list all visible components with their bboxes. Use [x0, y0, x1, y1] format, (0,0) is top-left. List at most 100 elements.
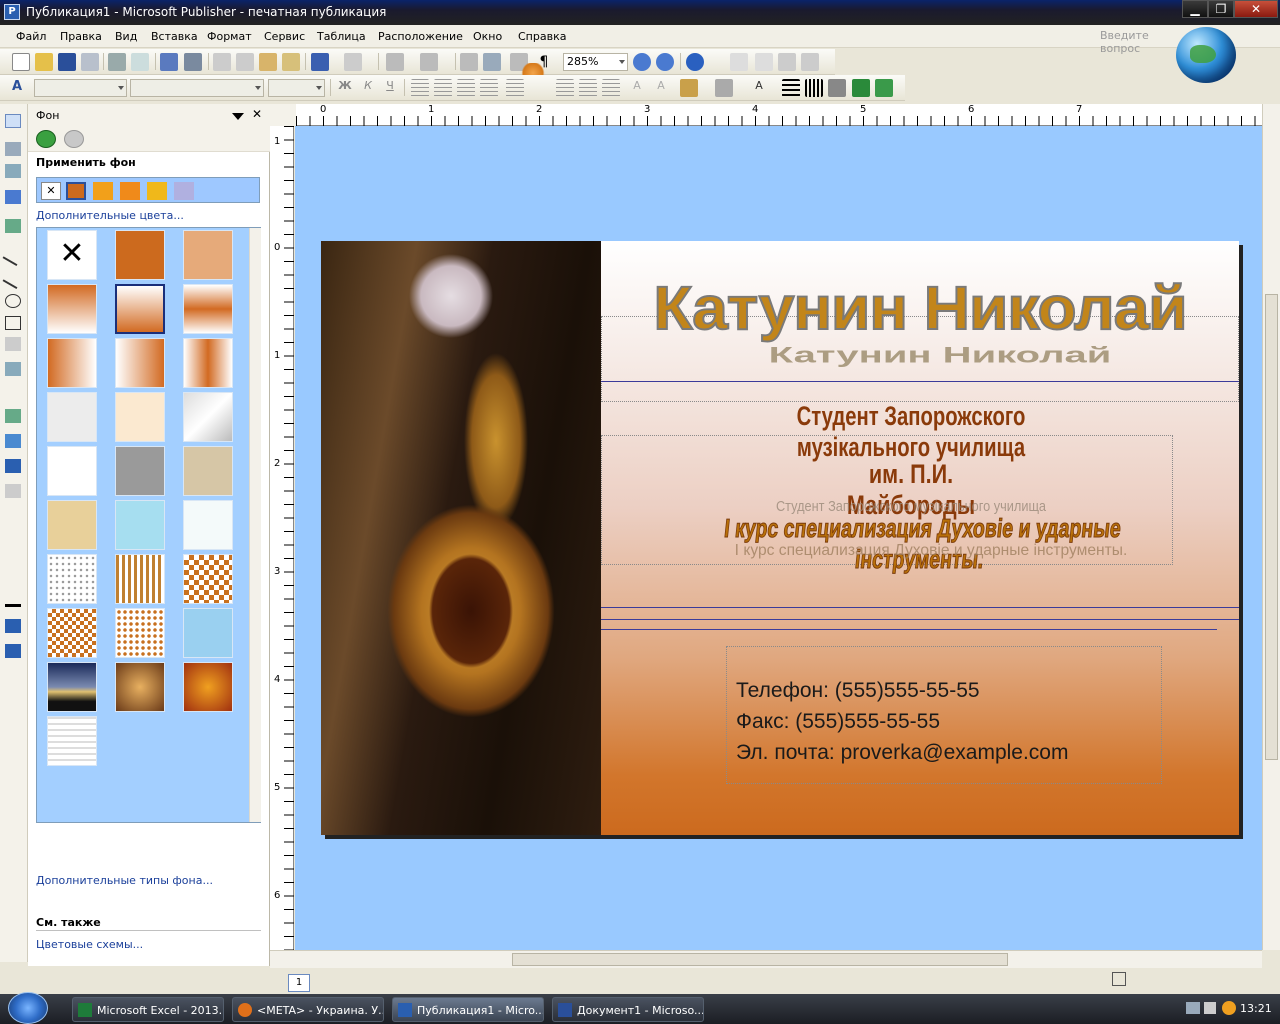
minimize-button[interactable]: ▁ [1182, 0, 1208, 18]
more-bg-types-link[interactable]: Дополнительные типы фона... [36, 874, 213, 887]
unlink-icon[interactable] [755, 53, 773, 71]
web-tools-icon[interactable] [5, 409, 21, 423]
publication-canvas[interactable]: Катунин Николай Катунин Николай Студент … [295, 126, 1262, 950]
tile-solid-orange[interactable] [115, 230, 165, 280]
save-icon[interactable] [58, 53, 76, 71]
justify-icon[interactable] [480, 79, 498, 97]
vertical-ruler[interactable]: 1 0 1 2 3 4 5 6 [270, 126, 294, 950]
help-question-box[interactable]: Введите вопрос [1100, 29, 1180, 55]
tile-gradient-6[interactable] [183, 338, 233, 388]
tile-pattern-dots[interactable] [47, 554, 97, 604]
distribute-icon[interactable] [5, 644, 21, 658]
tile-no-fill[interactable]: ✕ [47, 230, 97, 280]
menu-format[interactable]: Формат [207, 30, 252, 43]
tile-texture-paper[interactable] [47, 392, 97, 442]
swatch-orange[interactable] [93, 182, 113, 200]
line-color-icon[interactable] [715, 79, 733, 97]
business-card[interactable]: Катунин Николай Катунин Николай Студент … [321, 241, 1239, 835]
fill-color-icon[interactable] [680, 79, 698, 97]
forward-icon[interactable] [64, 130, 84, 148]
arrow-tool-icon[interactable] [2, 268, 24, 290]
restore-button[interactable]: ❐ [1208, 0, 1234, 18]
align-objects-icon[interactable] [5, 619, 21, 633]
tile-pattern-checker[interactable] [183, 554, 233, 604]
styles-icon[interactable]: A [12, 79, 30, 97]
autoshapes-icon[interactable] [5, 337, 21, 351]
tile-picture-floral[interactable] [183, 608, 233, 658]
bring-front-icon[interactable] [386, 53, 404, 71]
dash-style-icon[interactable] [805, 79, 823, 97]
wordart-tool-icon[interactable] [5, 190, 21, 204]
format-painter-icon[interactable] [282, 53, 300, 71]
menu-insert[interactable]: Вставка [151, 30, 198, 43]
start-button[interactable] [8, 992, 48, 1024]
task-publisher[interactable]: Публикация1 - Micro... [392, 997, 544, 1022]
new-doc-icon[interactable] [12, 53, 30, 71]
name-wordart[interactable]: Катунин Николай [601, 273, 1239, 343]
tile-gradient-4[interactable] [47, 338, 97, 388]
align-right-icon[interactable] [457, 79, 475, 97]
line-spacing-icon[interactable] [506, 79, 524, 97]
menu-tools[interactable]: Сервис [264, 30, 305, 43]
tile-gradient-3[interactable] [183, 284, 233, 334]
no-fill-swatch[interactable]: ✕ [41, 182, 61, 200]
print-icon[interactable] [108, 53, 126, 71]
tile-picture-sunset[interactable] [47, 662, 97, 712]
tile-texture-water[interactable] [115, 500, 165, 550]
phone-text[interactable]: Телефон: (555)555-55-55 [736, 679, 980, 703]
research-icon[interactable] [184, 53, 202, 71]
saxophone-photo[interactable] [321, 241, 601, 835]
paste-icon[interactable] [259, 53, 277, 71]
email-text[interactable]: Эл. почта: proverka@example.com [736, 741, 1068, 765]
more-colors-link[interactable]: Дополнительные цвета... [36, 209, 184, 222]
cut-icon[interactable] [213, 53, 231, 71]
menu-edit[interactable]: Правка [60, 30, 102, 43]
tile-picture-maze[interactable] [47, 716, 97, 766]
swatch-orange-2[interactable] [120, 182, 140, 200]
style-select[interactable] [34, 79, 127, 97]
text-box-tool-icon[interactable] [5, 142, 21, 156]
vertical-scrollbar[interactable] [1262, 104, 1280, 950]
bold-button[interactable]: Ж [336, 79, 354, 97]
tile-gradient-1[interactable] [47, 284, 97, 334]
grouping-icon[interactable] [5, 459, 21, 473]
tile-texture-snow[interactable] [183, 500, 233, 550]
table-tool-icon[interactable] [5, 164, 21, 178]
decrease-indent-icon[interactable] [579, 79, 597, 97]
vertical-scroll-thumb[interactable] [1265, 294, 1278, 760]
link-icon[interactable] [730, 53, 748, 71]
menu-table[interactable]: Таблица [317, 30, 366, 43]
task-pane-close-icon[interactable]: ✕ [252, 107, 262, 121]
menu-help[interactable]: Справка [518, 30, 566, 43]
tile-gradient-2-selected[interactable] [115, 284, 165, 334]
oval-tool-icon[interactable] [5, 294, 21, 308]
task-excel[interactable]: Microsoft Excel - 2013... [72, 997, 224, 1022]
menu-view[interactable]: Вид [115, 30, 137, 43]
font-size-select[interactable] [268, 79, 325, 97]
task-pane-dropdown-icon[interactable] [232, 113, 244, 120]
clock[interactable]: 13:21 [1240, 1002, 1272, 1015]
shrink-font-icon[interactable]: A [652, 79, 670, 97]
arrow-style-icon[interactable] [828, 79, 846, 97]
tray-app-icon[interactable] [1222, 1001, 1236, 1015]
hot-spot-icon[interactable] [5, 362, 21, 376]
line-tool-icon[interactable] [2, 245, 24, 267]
insert-hyperlink-icon[interactable] [460, 53, 478, 71]
zoom-in-icon[interactable] [656, 53, 674, 71]
close-button[interactable]: ✕ [1234, 0, 1278, 18]
task-word[interactable]: Документ1 - Microso... [552, 997, 704, 1022]
network-icon[interactable] [1186, 1002, 1200, 1014]
tile-pattern-stripes[interactable] [115, 554, 165, 604]
undo-icon[interactable] [311, 53, 329, 71]
tile-pattern-diamond[interactable] [47, 608, 97, 658]
print-preview-icon[interactable] [131, 53, 149, 71]
select-objects-icon[interactable] [5, 114, 21, 128]
task-firefox[interactable]: <META> - Украина. У... [232, 997, 384, 1022]
picture-icon[interactable] [801, 53, 819, 71]
picture-frame-icon[interactable] [5, 219, 21, 233]
help-icon[interactable] [686, 53, 704, 71]
tile-gradient-5[interactable] [115, 338, 165, 388]
tile-picture-arches[interactable] [115, 662, 165, 712]
design-gallery-icon[interactable] [5, 434, 21, 448]
grow-font-icon[interactable]: A [628, 79, 646, 97]
